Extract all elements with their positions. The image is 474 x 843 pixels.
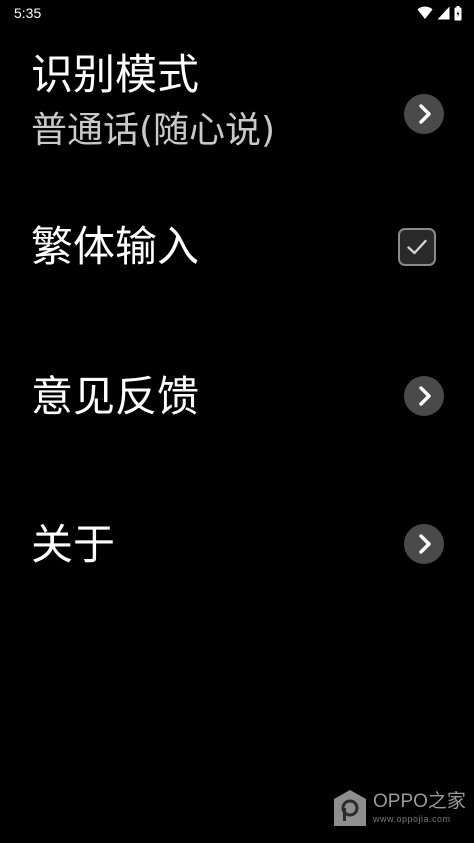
setting-feedback[interactable]: 意见反馈 (0, 345, 474, 445)
watermark: OPPO之家 www.oppojia.com (333, 787, 468, 831)
chevron-right-icon (419, 104, 431, 124)
setting-traditional-input[interactable]: 繁体输入 (0, 200, 474, 300)
check-icon (407, 239, 427, 255)
recognition-mode-chevron-button[interactable] (404, 94, 444, 134)
status-bar: 5:35 (0, 0, 474, 26)
oppojia-logo-icon (334, 790, 366, 826)
setting-about[interactable]: 关于 (0, 494, 474, 594)
status-icons (417, 4, 462, 22)
wifi-icon (417, 6, 433, 20)
traditional-input-checkbox[interactable] (398, 228, 436, 266)
battery-icon (454, 5, 462, 21)
recognition-mode-title: 识别模式 (31, 50, 200, 99)
recognition-mode-value: 普通话(随心说) (31, 110, 276, 151)
status-time: 5:35 (14, 5, 42, 21)
cellular-signal-icon (437, 6, 450, 20)
traditional-input-title: 繁体输入 (31, 222, 200, 271)
feedback-title: 意见反馈 (31, 372, 200, 421)
about-title: 关于 (31, 520, 116, 569)
watermark-brand: OPPO之家 (373, 791, 466, 812)
about-chevron-button[interactable] (404, 524, 444, 564)
setting-recognition-mode[interactable]: 识别模式 普通话(随心说) (0, 40, 474, 160)
watermark-url: www.oppojia.com (373, 814, 451, 824)
chevron-right-icon (419, 386, 431, 406)
feedback-chevron-button[interactable] (404, 376, 444, 416)
chevron-right-icon (419, 534, 431, 554)
